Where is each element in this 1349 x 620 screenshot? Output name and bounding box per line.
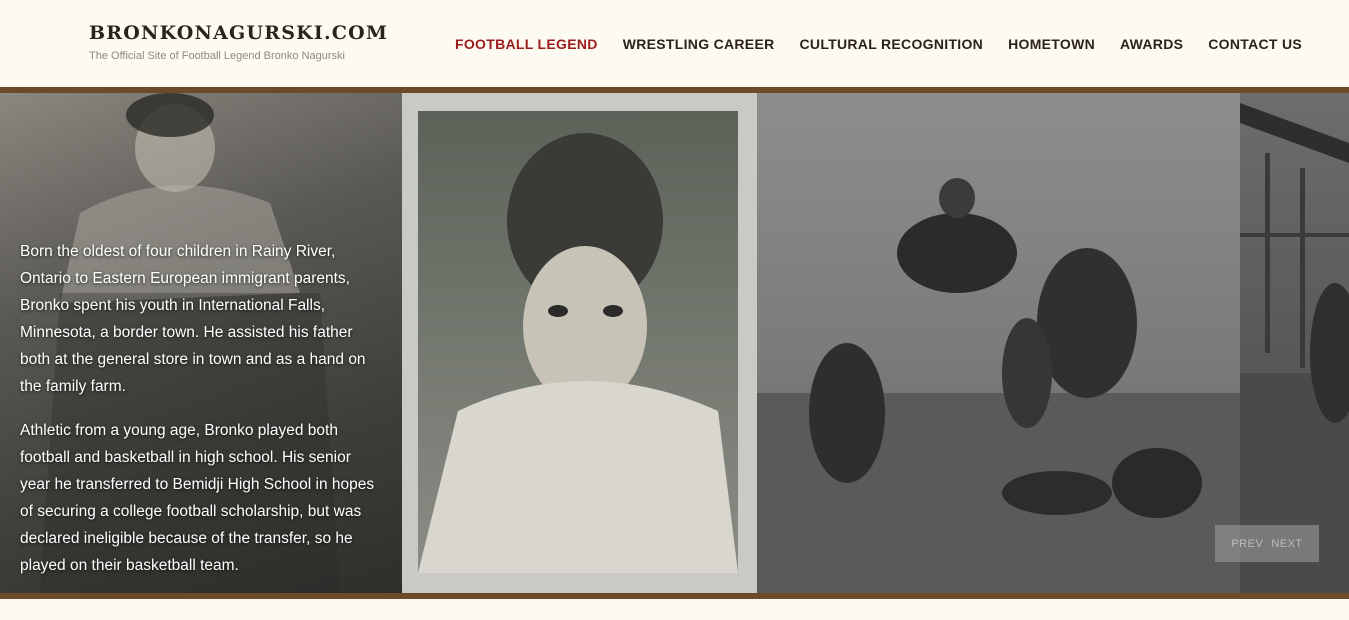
helmet-portrait-photo — [418, 111, 738, 573]
slide-photo-game-action — [757, 93, 1240, 593]
photo-slider: Born the oldest of four children in Rain… — [0, 93, 1349, 593]
helmet-player-image — [418, 133, 738, 573]
nav-item-wrestling-career[interactable]: WRESTLING CAREER — [623, 36, 775, 52]
footer-strip — [0, 599, 1349, 620]
stadium-image — [1240, 103, 1349, 593]
main-nav: FOOTBALL LEGEND WRESTLING CAREER CULTURA… — [455, 36, 1302, 52]
slide-caption: Born the oldest of four children in Rain… — [20, 238, 385, 593]
site-header: BRONKONAGURSKI.COM The Official Site of … — [0, 0, 1349, 87]
site-logo[interactable]: BRONKONAGURSKI.COM The Official Site of … — [89, 22, 388, 62]
nav-item-awards[interactable]: AWARDS — [1120, 36, 1183, 52]
caption-paragraph-2: Athletic from a young age, Bronko played… — [20, 422, 375, 574]
site-title[interactable]: BRONKONAGURSKI.COM — [89, 22, 388, 44]
nav-item-hometown[interactable]: HOMETOWN — [1008, 36, 1095, 52]
next-button[interactable]: NEXT — [1271, 538, 1302, 550]
nav-item-football-legend[interactable]: FOOTBALL LEGEND — [455, 36, 598, 52]
site-tagline: The Official Site of Football Legend Bro… — [89, 50, 345, 62]
slider-controls: PREV NEXT — [1215, 525, 1319, 562]
slide-photo-helmet-portrait — [402, 93, 757, 593]
football-game-image — [757, 178, 1240, 593]
slide-photo-player-portrait: Born the oldest of four children in Rain… — [0, 93, 402, 593]
prev-button[interactable]: PREV — [1231, 538, 1263, 550]
slide-photo-stadium — [1240, 93, 1349, 593]
caption-paragraph-1: Born the oldest of four children in Rain… — [20, 243, 366, 395]
nav-item-contact-us[interactable]: CONTACT US — [1208, 36, 1302, 52]
nav-item-cultural-recognition[interactable]: CULTURAL RECOGNITION — [800, 36, 984, 52]
